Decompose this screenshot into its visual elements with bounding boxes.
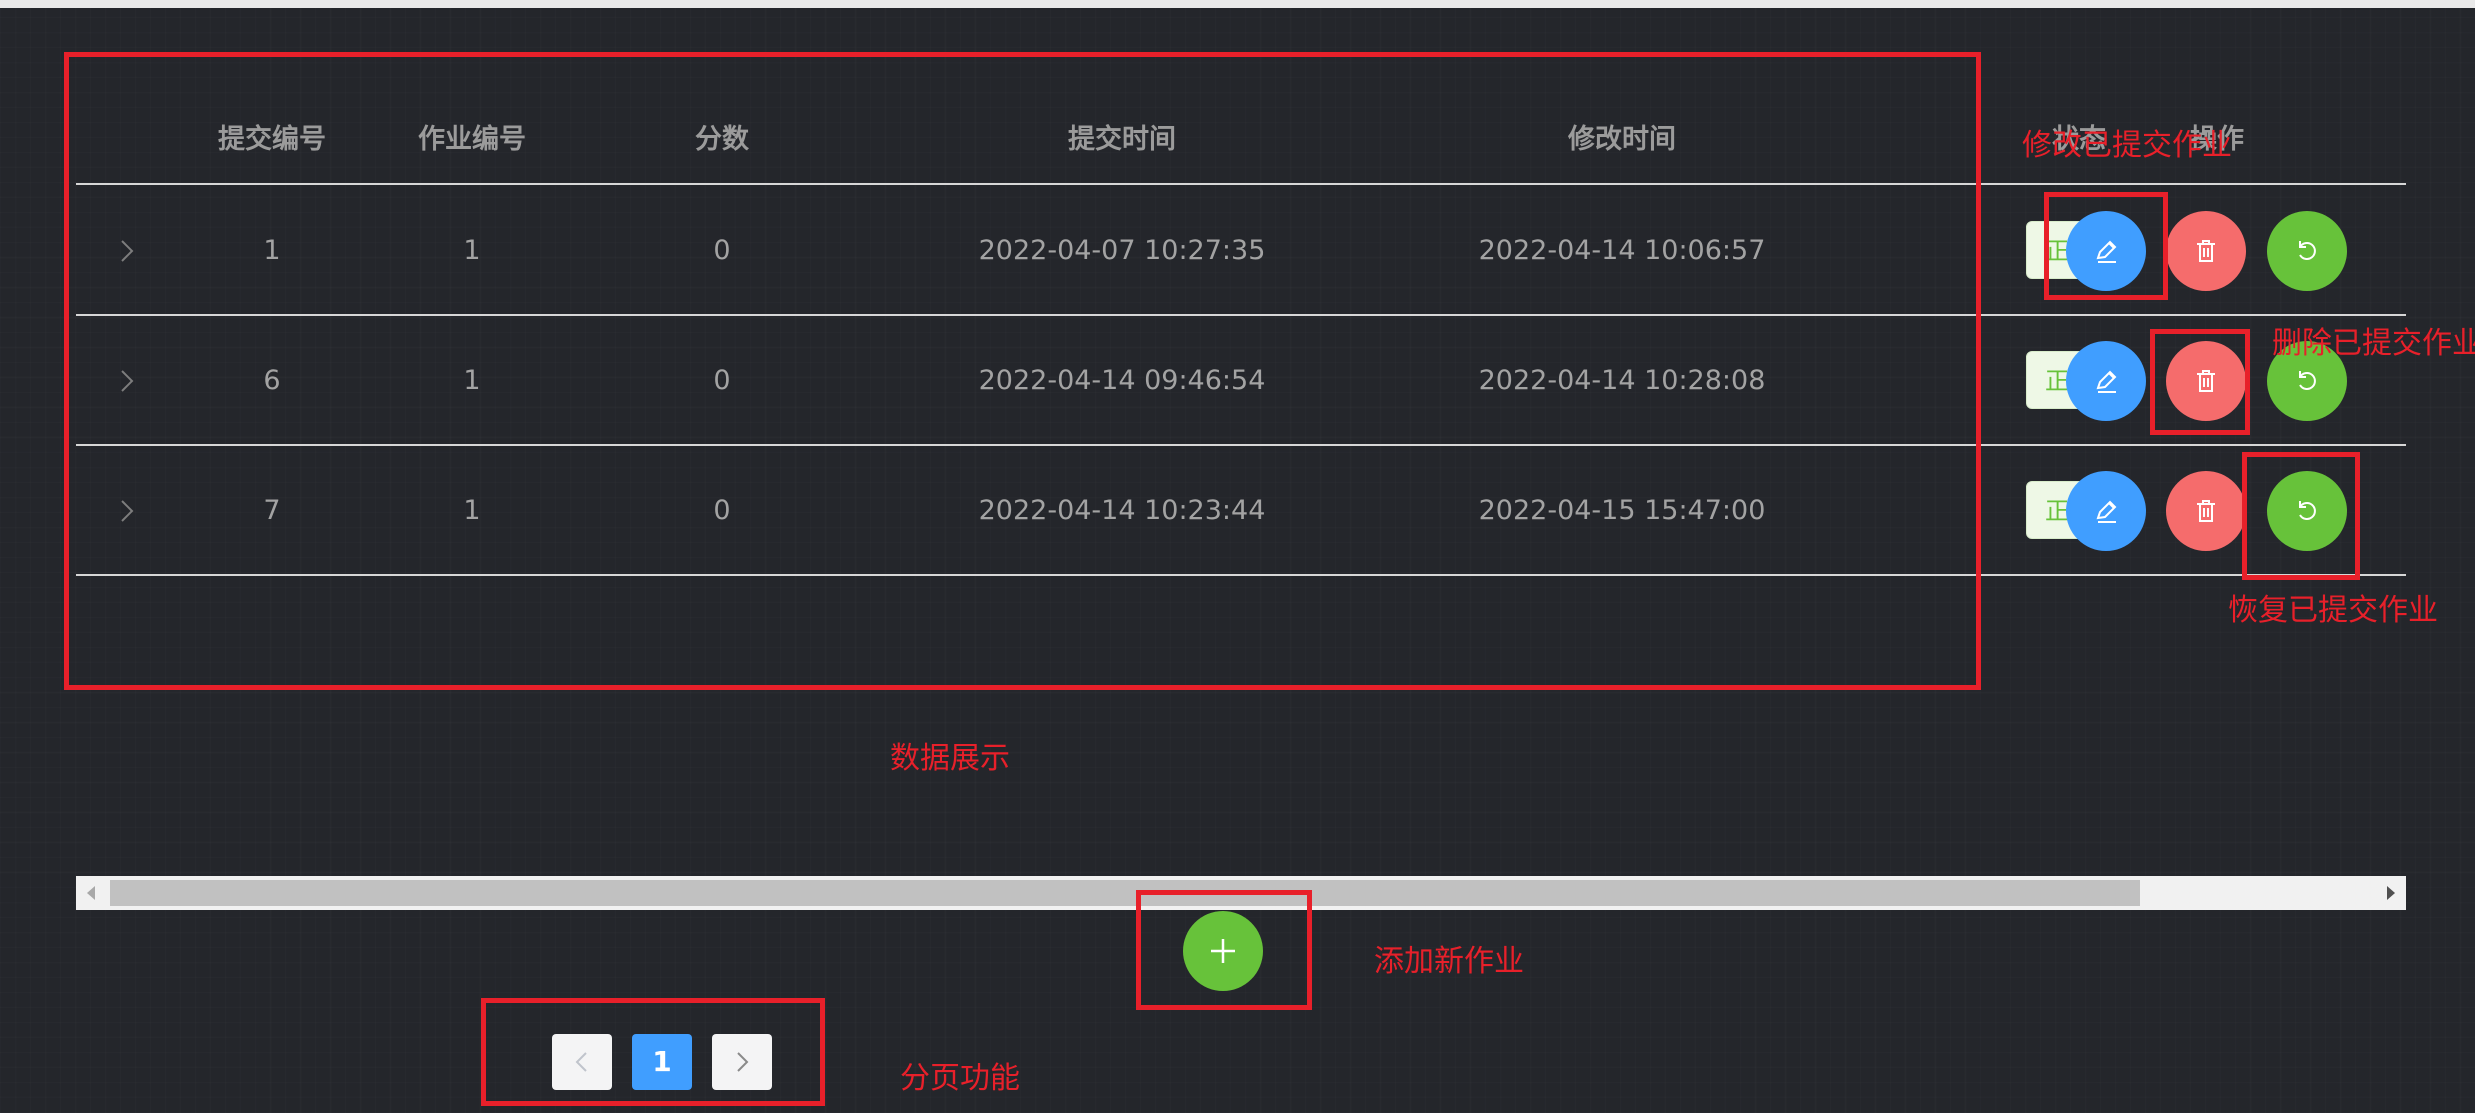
edit-highlight-box <box>2044 192 2168 300</box>
trash-icon <box>2197 500 2215 522</box>
pencil-icon <box>2096 370 2117 393</box>
delete-button[interactable] <box>2166 471 2246 551</box>
refresh-icon <box>2299 371 2316 390</box>
scroll-right-icon[interactable] <box>2376 876 2406 910</box>
edit-button[interactable] <box>2066 341 2146 421</box>
restore-button[interactable] <box>2267 211 2347 291</box>
edit-button[interactable] <box>2066 471 2146 551</box>
scroll-thumb[interactable] <box>110 880 2140 906</box>
annotation-delete: 删除已提交作业 <box>2272 326 2475 361</box>
refresh-icon <box>2299 241 2316 260</box>
pencil-icon <box>2096 500 2117 523</box>
trash-icon <box>2197 240 2215 262</box>
annotation-data-display: 数据展示 <box>890 741 1010 776</box>
restore-highlight-box <box>2242 452 2360 580</box>
data-display-highlight-box <box>64 52 1981 690</box>
top-border <box>0 0 2475 8</box>
delete-highlight-box <box>2150 329 2250 435</box>
delete-button[interactable] <box>2166 211 2246 291</box>
annotation-pagination: 分页功能 <box>900 1061 1020 1096</box>
pagination-highlight-box <box>481 998 825 1106</box>
scroll-left-icon[interactable] <box>76 876 106 910</box>
annotation-add-new: 添加新作业 <box>1374 944 1524 979</box>
add-highlight-box <box>1136 890 1312 1010</box>
annotation-edit: 修改已提交作业 <box>2022 128 2232 163</box>
annotation-restore: 恢复已提交作业 <box>2228 593 2438 628</box>
